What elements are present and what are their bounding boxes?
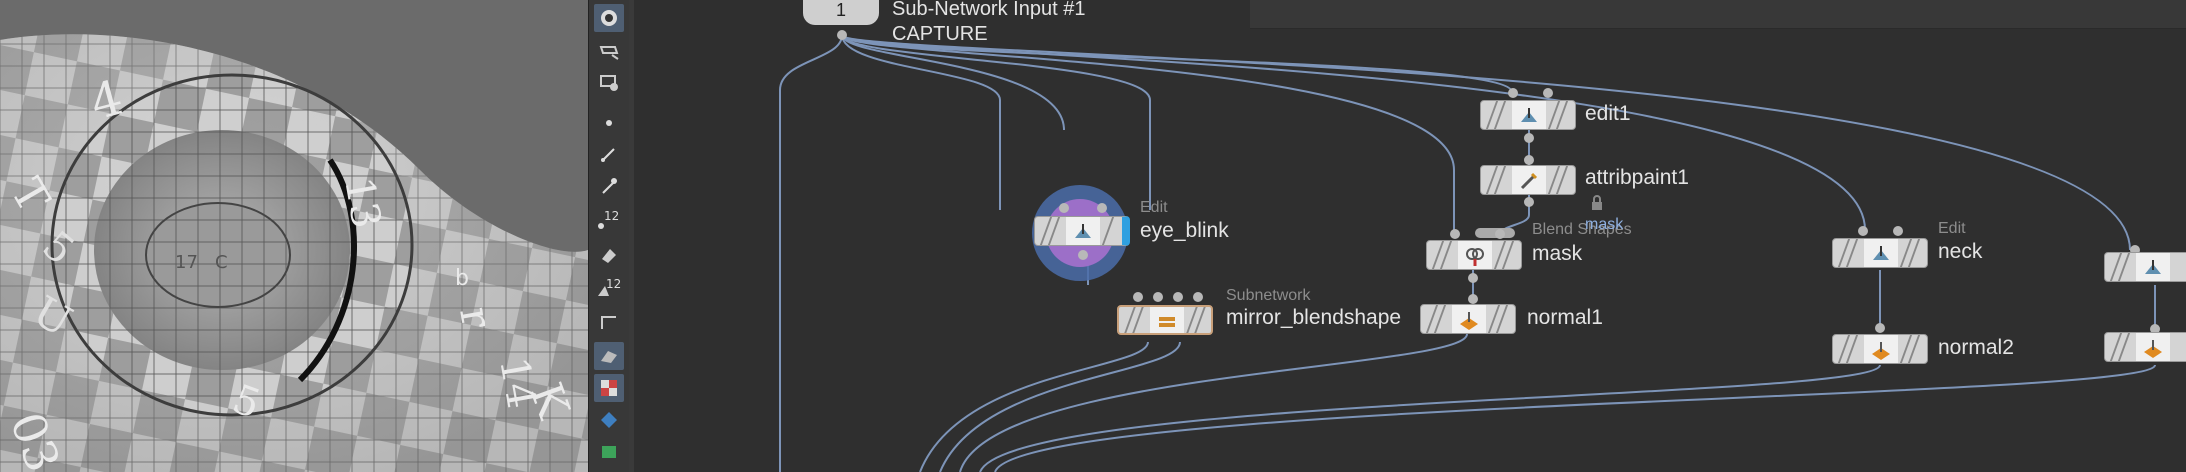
node-partial-edit[interactable] (2104, 252, 2186, 282)
node-label-mask: mask (1532, 242, 1583, 265)
node-output-port[interactable] (1524, 133, 1534, 143)
subnet-input-title: Sub-Network Input #1 (892, 0, 1086, 20)
node-input-port[interactable] (1153, 292, 1163, 302)
node-label-eye_blink: eye_blink (1140, 219, 1229, 242)
node-partial-normal[interactable] (2104, 332, 2186, 362)
subnet-input-output-port[interactable] (837, 30, 847, 40)
node-normal1[interactable] (1420, 304, 1516, 334)
normal-node-icon (1872, 342, 1890, 360)
node-input-port[interactable] (1875, 323, 1885, 333)
node-mirror_blendshape[interactable] (1117, 305, 1213, 335)
node-input-port[interactable] (1173, 292, 1183, 302)
node-label-mirror_blendshape: mirror_blendshape (1226, 306, 1402, 329)
node-input-port[interactable] (1133, 292, 1143, 302)
normal-node-icon (1460, 312, 1478, 330)
node-input-port[interactable] (1193, 292, 1203, 302)
node-input-port[interactable] (1508, 88, 1518, 98)
subnetwork-icon (1159, 317, 1175, 327)
edit-node-icon (1521, 108, 1537, 122)
node-input-port[interactable] (1450, 229, 1460, 239)
node-neck[interactable] (1832, 238, 1928, 268)
paint-brush-icon (1520, 172, 1538, 190)
node-output-port[interactable] (1524, 197, 1534, 207)
node-label-normal2: normal2 (1938, 336, 2014, 359)
node-input-port[interactable] (1468, 294, 1478, 304)
node-normal2[interactable] (1832, 334, 1928, 364)
blend-shapes-icon (1466, 248, 1484, 266)
edit-node-icon (2145, 260, 2161, 274)
node-input-port[interactable] (1524, 155, 1534, 165)
node-input-port[interactable] (1543, 88, 1553, 98)
node-input-port[interactable] (1495, 229, 1505, 239)
node-input-port[interactable] (1858, 226, 1868, 236)
node-type-label: Edit (1938, 220, 1966, 237)
node-type-label: Subnetwork (1226, 287, 1311, 304)
normal-node-icon (2144, 340, 2162, 358)
node-input-port[interactable] (1059, 203, 1069, 213)
node-label-neck: neck (1938, 240, 1983, 263)
lock-icon[interactable] (1590, 195, 1604, 211)
node-label-edit1: edit1 (1585, 102, 1631, 125)
node-mask[interactable] (1426, 240, 1522, 270)
node-type-label: Edit (1140, 199, 1168, 216)
subnet-input-badge[interactable]: 1 (803, 0, 879, 25)
edit-node-icon (1873, 246, 1889, 260)
node-output-port[interactable] (1078, 250, 1088, 260)
node-label-normal1: normal1 (1527, 306, 1603, 329)
node-label-attribpaint1: attribpaint1 (1585, 166, 1689, 189)
node-input-port[interactable] (1097, 203, 1107, 213)
node-edit1[interactable] (1480, 100, 1576, 130)
subnet-input-name: CAPTURE (892, 23, 988, 45)
node-output-port[interactable] (1468, 273, 1478, 283)
node-eye_blink[interactable] (1034, 216, 1130, 246)
node-attribpaint1[interactable] (1480, 165, 1576, 195)
node-input-port[interactable] (1893, 226, 1903, 236)
edit-node-icon (1075, 224, 1091, 238)
node-comment: mask (1585, 216, 1624, 233)
